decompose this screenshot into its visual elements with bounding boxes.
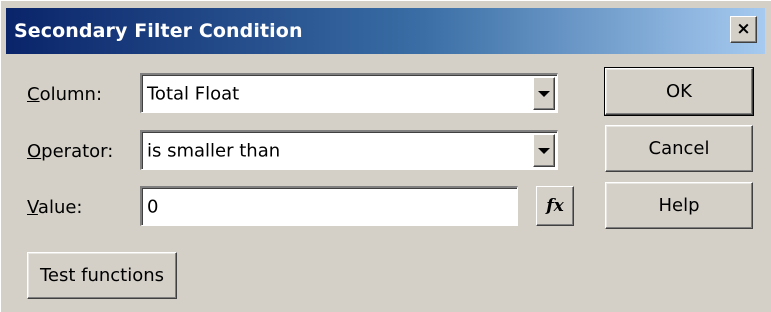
column-label-accel: C [27, 84, 40, 105]
operator-label: Operator: [27, 141, 113, 162]
dialog-title: Secondary Filter Condition [14, 20, 303, 42]
operator-dropdown-button[interactable] [533, 134, 555, 167]
chevron-down-icon [538, 90, 550, 97]
operator-select-value: is smaller than [147, 140, 281, 161]
chevron-down-icon [538, 147, 550, 154]
column-label-text: olumn: [39, 84, 103, 105]
cancel-button[interactable]: Cancel [605, 125, 753, 172]
value-input-text: 0 [147, 196, 159, 217]
close-icon: × [736, 19, 751, 39]
ok-button[interactable]: OK [604, 67, 754, 116]
function-icon: fx [546, 196, 564, 216]
help-button[interactable]: Help [605, 182, 753, 229]
column-select[interactable]: Total Float [140, 73, 558, 113]
value-label: Value: [27, 197, 83, 218]
operator-select[interactable]: is smaller than [140, 130, 558, 170]
operator-label-accel: O [27, 141, 42, 162]
close-button[interactable]: × [730, 16, 757, 43]
test-functions-button[interactable]: Test functions [27, 252, 177, 299]
operator-label-text: perator: [41, 141, 114, 162]
value-label-text: alue: [37, 197, 83, 218]
title-bar[interactable]: Secondary Filter Condition × [6, 8, 765, 54]
value-input[interactable]: 0 [140, 186, 518, 226]
column-dropdown-button[interactable] [533, 77, 555, 110]
column-select-value: Total Float [147, 83, 240, 104]
value-label-accel: V [27, 197, 38, 218]
column-label: Column: [27, 84, 102, 105]
dialog-window: Secondary Filter Condition × Column: Tot… [0, 0, 771, 312]
function-button[interactable]: fx [536, 186, 574, 226]
